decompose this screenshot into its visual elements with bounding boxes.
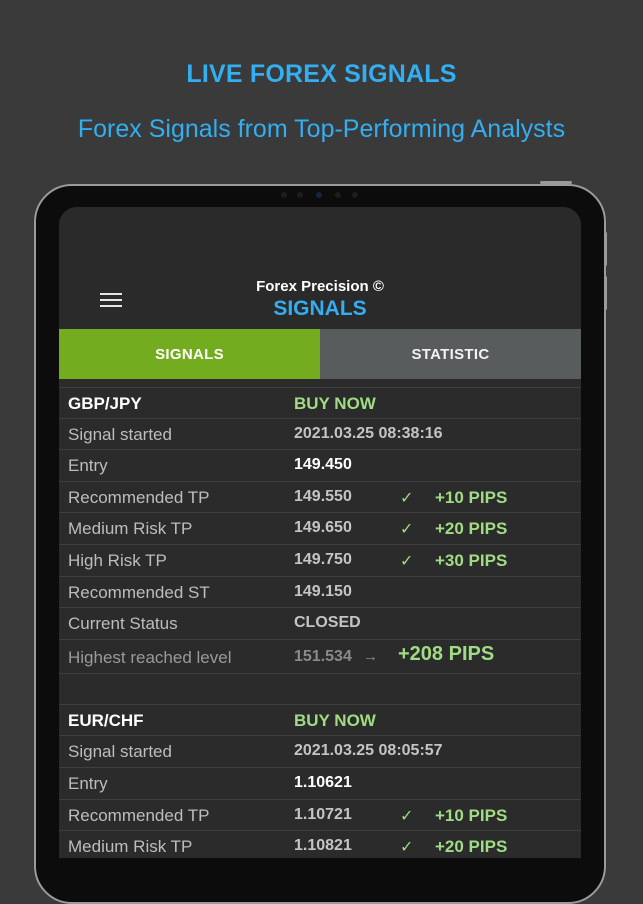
table-row: Medium Risk TP 1.10821 ✓ +20 PIPS [59,831,581,858]
device-top-button [540,181,572,184]
table-row: Recommended ST 149.150 [59,576,581,609]
check-icon: ✓ [400,839,414,857]
tab-bar: SIGNALS STATISTIC [59,329,581,379]
check-icon: ✓ [400,489,414,507]
promo-headline: LIVE FOREX SIGNALS [186,60,457,88]
row-value: 2021.03.25 08:05:57 [294,742,443,760]
row-label: Recommended TP [68,805,210,825]
sensor-dot [335,192,341,198]
row-label: High Risk TP [68,550,167,570]
table-row: Recommended TP 1.10721 ✓ +10 PIPS [59,799,581,832]
section-spacer [59,673,581,705]
page-title: SIGNALS [273,297,367,320]
table-row: Medium Risk TP 149.650 ✓ +20 PIPS [59,513,581,545]
row-label: Medium Risk TP [68,519,193,539]
row-label: Current Status [68,614,178,634]
row-label: Signal started [68,742,172,762]
row-label: Entry [68,773,108,793]
pips-value: +20 PIPS [435,837,508,857]
app-header: Forex Precision © SIGNALS [59,207,581,329]
row-label: Signal started [68,424,172,444]
app-screen: Forex Precision © SIGNALS SIGNALS STATIS… [59,207,581,858]
device-volume-up-button [604,232,607,266]
row-value: 149.650 [294,519,352,537]
status-value: CLOSED [294,614,361,632]
table-row: Current Status CLOSED [59,608,581,640]
row-value: 151.534 [294,647,352,665]
table-row: Entry 149.450 [59,450,581,482]
pips-value: +208 PIPS [398,642,495,665]
row-value: 149.750 [294,550,352,568]
device-volume-down-button [604,276,607,310]
row-value: 1.10621 [294,773,352,791]
tab-statistic[interactable]: STATISTIC [320,329,581,379]
row-value: 149.550 [294,487,352,505]
pips-value: +10 PIPS [435,487,508,507]
row-value: 2021.03.25 08:38:16 [294,424,443,442]
check-icon: ✓ [400,521,414,539]
arrow-right-icon: → [363,647,378,665]
row-label: Entry [68,456,108,476]
camera-lens [316,192,322,198]
row-label: Highest reached level [68,647,232,667]
table-row: High Risk TP 149.750 ✓ +30 PIPS [59,544,581,577]
table-row: Highest reached level 151.534 → +208 PIP… [59,639,581,674]
table-row: Entry 1.10621 [59,767,581,800]
sensor-dot [281,192,287,198]
row-label: Medium Risk TP [68,837,193,857]
pips-value: +10 PIPS [435,805,508,825]
promo-subhead: Forex Signals from Top-Performing Analys… [77,115,566,143]
signal-action: BUY NOW [294,710,376,730]
row-label: Recommended ST [68,582,210,602]
tab-signals[interactable]: SIGNALS [59,329,320,379]
app-name: Forex Precision © [256,278,384,295]
signal-header-row[interactable]: EUR/CHF BUY NOW [59,704,581,737]
signal-list: GBP/JPY BUY NOW Signal started 2021.03.2… [59,387,581,858]
row-value: 1.10821 [294,837,352,855]
sensor-dot [297,192,303,198]
row-value: 149.450 [294,456,352,474]
check-icon: ✓ [400,807,414,825]
signal-action: BUY NOW [294,394,376,413]
row-label: Recommended TP [68,487,210,507]
currency-pair: EUR/CHF [68,710,144,730]
row-value: 149.150 [294,582,352,600]
row-value: 1.10721 [294,805,352,823]
check-icon: ✓ [400,552,414,570]
sensor-dot [352,192,358,198]
table-row: Signal started 2021.03.25 08:38:16 [59,418,581,451]
table-row: Recommended TP 149.550 ✓ +10 PIPS [59,481,581,514]
pips-value: +30 PIPS [435,550,508,570]
pips-value: +20 PIPS [435,519,508,539]
table-row: Signal started 2021.03.25 08:05:57 [59,736,581,768]
signal-header-row[interactable]: GBP/JPY BUY NOW [59,387,581,419]
currency-pair: GBP/JPY [68,394,142,413]
